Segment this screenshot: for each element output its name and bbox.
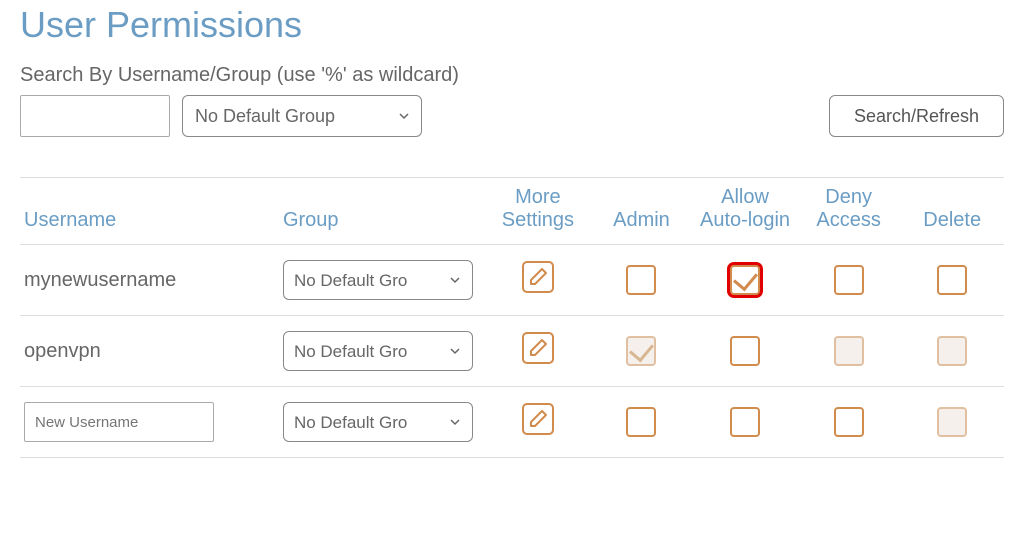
- auto-login-checkbox[interactable]: [730, 265, 760, 295]
- table-row: No Default Gro: [20, 387, 1004, 458]
- user-table-body: mynewusernameNo Default GroopenvpnNo Def…: [20, 245, 1004, 458]
- table-row: mynewusernameNo Default Gro: [20, 245, 1004, 316]
- col-auto-login: Allow Auto-login: [693, 178, 797, 245]
- row-group-select[interactable]: No Default Gro: [283, 402, 473, 442]
- search-label: Search By Username/Group (use '%' as wil…: [20, 64, 1004, 87]
- group-select[interactable]: No Default Group: [182, 95, 422, 137]
- deny-access-checkbox[interactable]: [834, 407, 864, 437]
- col-more-settings: More Settings: [486, 178, 590, 245]
- user-table: Username Group More Settings Admin Allow…: [20, 177, 1004, 458]
- col-delete: Delete: [900, 178, 1004, 245]
- row-group-select[interactable]: No Default Gro: [283, 331, 473, 371]
- row-group-select[interactable]: No Default Gro: [283, 260, 473, 300]
- search-row: No Default Group Search/Refresh: [20, 95, 1004, 137]
- edit-icon[interactable]: [520, 259, 556, 295]
- table-row: openvpnNo Default Gro: [20, 316, 1004, 387]
- admin-checkbox[interactable]: [626, 407, 656, 437]
- page-title: User Permissions: [20, 4, 1004, 46]
- row-group-select-wrap: No Default Gro: [283, 260, 473, 300]
- group-select-wrap: No Default Group: [182, 95, 422, 137]
- delete-checkbox[interactable]: [937, 336, 967, 366]
- search-refresh-button[interactable]: Search/Refresh: [829, 95, 1004, 137]
- username-cell: mynewusername: [20, 245, 279, 316]
- col-username: Username: [20, 178, 279, 245]
- username-cell: openvpn: [20, 316, 279, 387]
- edit-icon[interactable]: [520, 401, 556, 437]
- delete-checkbox[interactable]: [937, 265, 967, 295]
- search-input[interactable]: [20, 95, 170, 137]
- delete-checkbox[interactable]: [937, 407, 967, 437]
- auto-login-checkbox[interactable]: [730, 407, 760, 437]
- col-group: Group: [279, 178, 486, 245]
- new-username-input[interactable]: [24, 402, 214, 442]
- deny-access-checkbox[interactable]: [834, 265, 864, 295]
- admin-checkbox[interactable]: [626, 336, 656, 366]
- admin-checkbox[interactable]: [626, 265, 656, 295]
- row-group-select-wrap: No Default Gro: [283, 331, 473, 371]
- row-group-select-wrap: No Default Gro: [283, 402, 473, 442]
- deny-access-checkbox[interactable]: [834, 336, 864, 366]
- edit-icon[interactable]: [520, 330, 556, 366]
- col-deny-access: Deny Access: [797, 178, 901, 245]
- auto-login-checkbox[interactable]: [730, 336, 760, 366]
- col-admin: Admin: [590, 178, 694, 245]
